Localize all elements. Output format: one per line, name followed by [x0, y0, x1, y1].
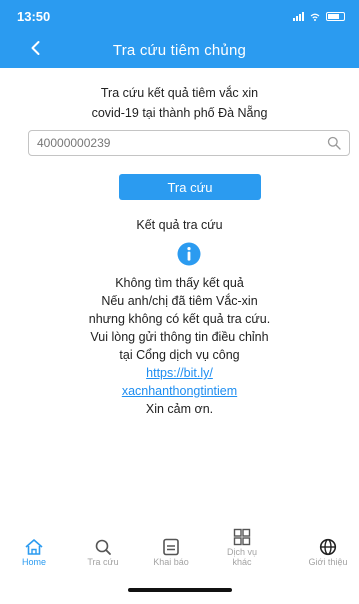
tab-other-services-label-2: khác: [232, 557, 252, 567]
tab-about-label: Giới thiệu: [308, 557, 348, 567]
message-line: Không tìm thấy kết quả: [115, 276, 244, 290]
search-field[interactable]: [28, 130, 350, 156]
app-screen: 13:50 Tra cứu tiêm chủng Tra cứu kết quả…: [0, 0, 359, 604]
tab-about[interactable]: Giới thiệu: [298, 538, 358, 567]
bottom-tab-bar: Home Tra cứu Khai báo Dịch vụ khác Giới …: [0, 520, 359, 578]
tab-declare[interactable]: Khai báo: [141, 538, 201, 567]
intro-text: Tra cứu kết quả tiêm vắc xin covid-19 tạ…: [40, 83, 319, 123]
signal-icon: [293, 12, 304, 21]
intro-line-2: covid-19 tại thành phố Đà Nẵng: [91, 106, 268, 120]
tab-lookup-label: Tra cứu: [87, 557, 119, 567]
tab-other-services[interactable]: Dịch vụ khác: [212, 528, 272, 567]
home-icon: [25, 539, 43, 555]
home-indicator[interactable]: [128, 588, 232, 592]
results-message: Không tìm thấy kết quả Nếu anh/chị đã ti…: [30, 274, 329, 418]
tab-declare-label: Khai báo: [153, 557, 189, 567]
info-icon: [177, 242, 201, 266]
app-header: 13:50 Tra cứu tiêm chủng: [0, 0, 359, 68]
message-line: Nếu anh/chị đã tiêm Vắc-xin: [101, 294, 258, 308]
search-input[interactable]: [37, 135, 307, 151]
correction-link-part-2[interactable]: xacnhanthongtintiem: [122, 384, 237, 398]
tab-lookup[interactable]: Tra cứu: [73, 538, 133, 567]
globe-icon: [319, 538, 337, 556]
tab-home[interactable]: Home: [4, 538, 64, 567]
status-time: 13:50: [17, 9, 51, 24]
tab-home-label: Home: [21, 557, 46, 567]
document-icon: [163, 538, 179, 556]
search-icon[interactable]: [327, 136, 341, 150]
battery-icon: [326, 12, 345, 21]
thanks-text: Xin cảm ơn.: [145, 402, 214, 416]
results-heading: Kết quả tra cứu: [136, 218, 223, 232]
search-icon: [95, 539, 111, 555]
correction-link-part-1[interactable]: https://bit.ly/: [146, 366, 213, 380]
tab-other-services-label-1: Dịch vụ: [226, 547, 257, 557]
wifi-icon: [310, 13, 320, 21]
status-icons: [293, 12, 345, 21]
lookup-button[interactable]: Tra cứu: [119, 174, 261, 200]
message-line: tại Cổng dịch vụ công: [119, 348, 240, 362]
message-line: nhưng không có kết quả tra cứu.: [88, 312, 271, 326]
intro-line-1: Tra cứu kết quả tiêm vắc xin: [100, 86, 259, 100]
page-title: Tra cứu tiêm chủng: [112, 42, 247, 59]
message-line: Vui lòng gửi thông tin điều chỉnh: [90, 330, 269, 344]
grid-icon: [233, 528, 251, 546]
